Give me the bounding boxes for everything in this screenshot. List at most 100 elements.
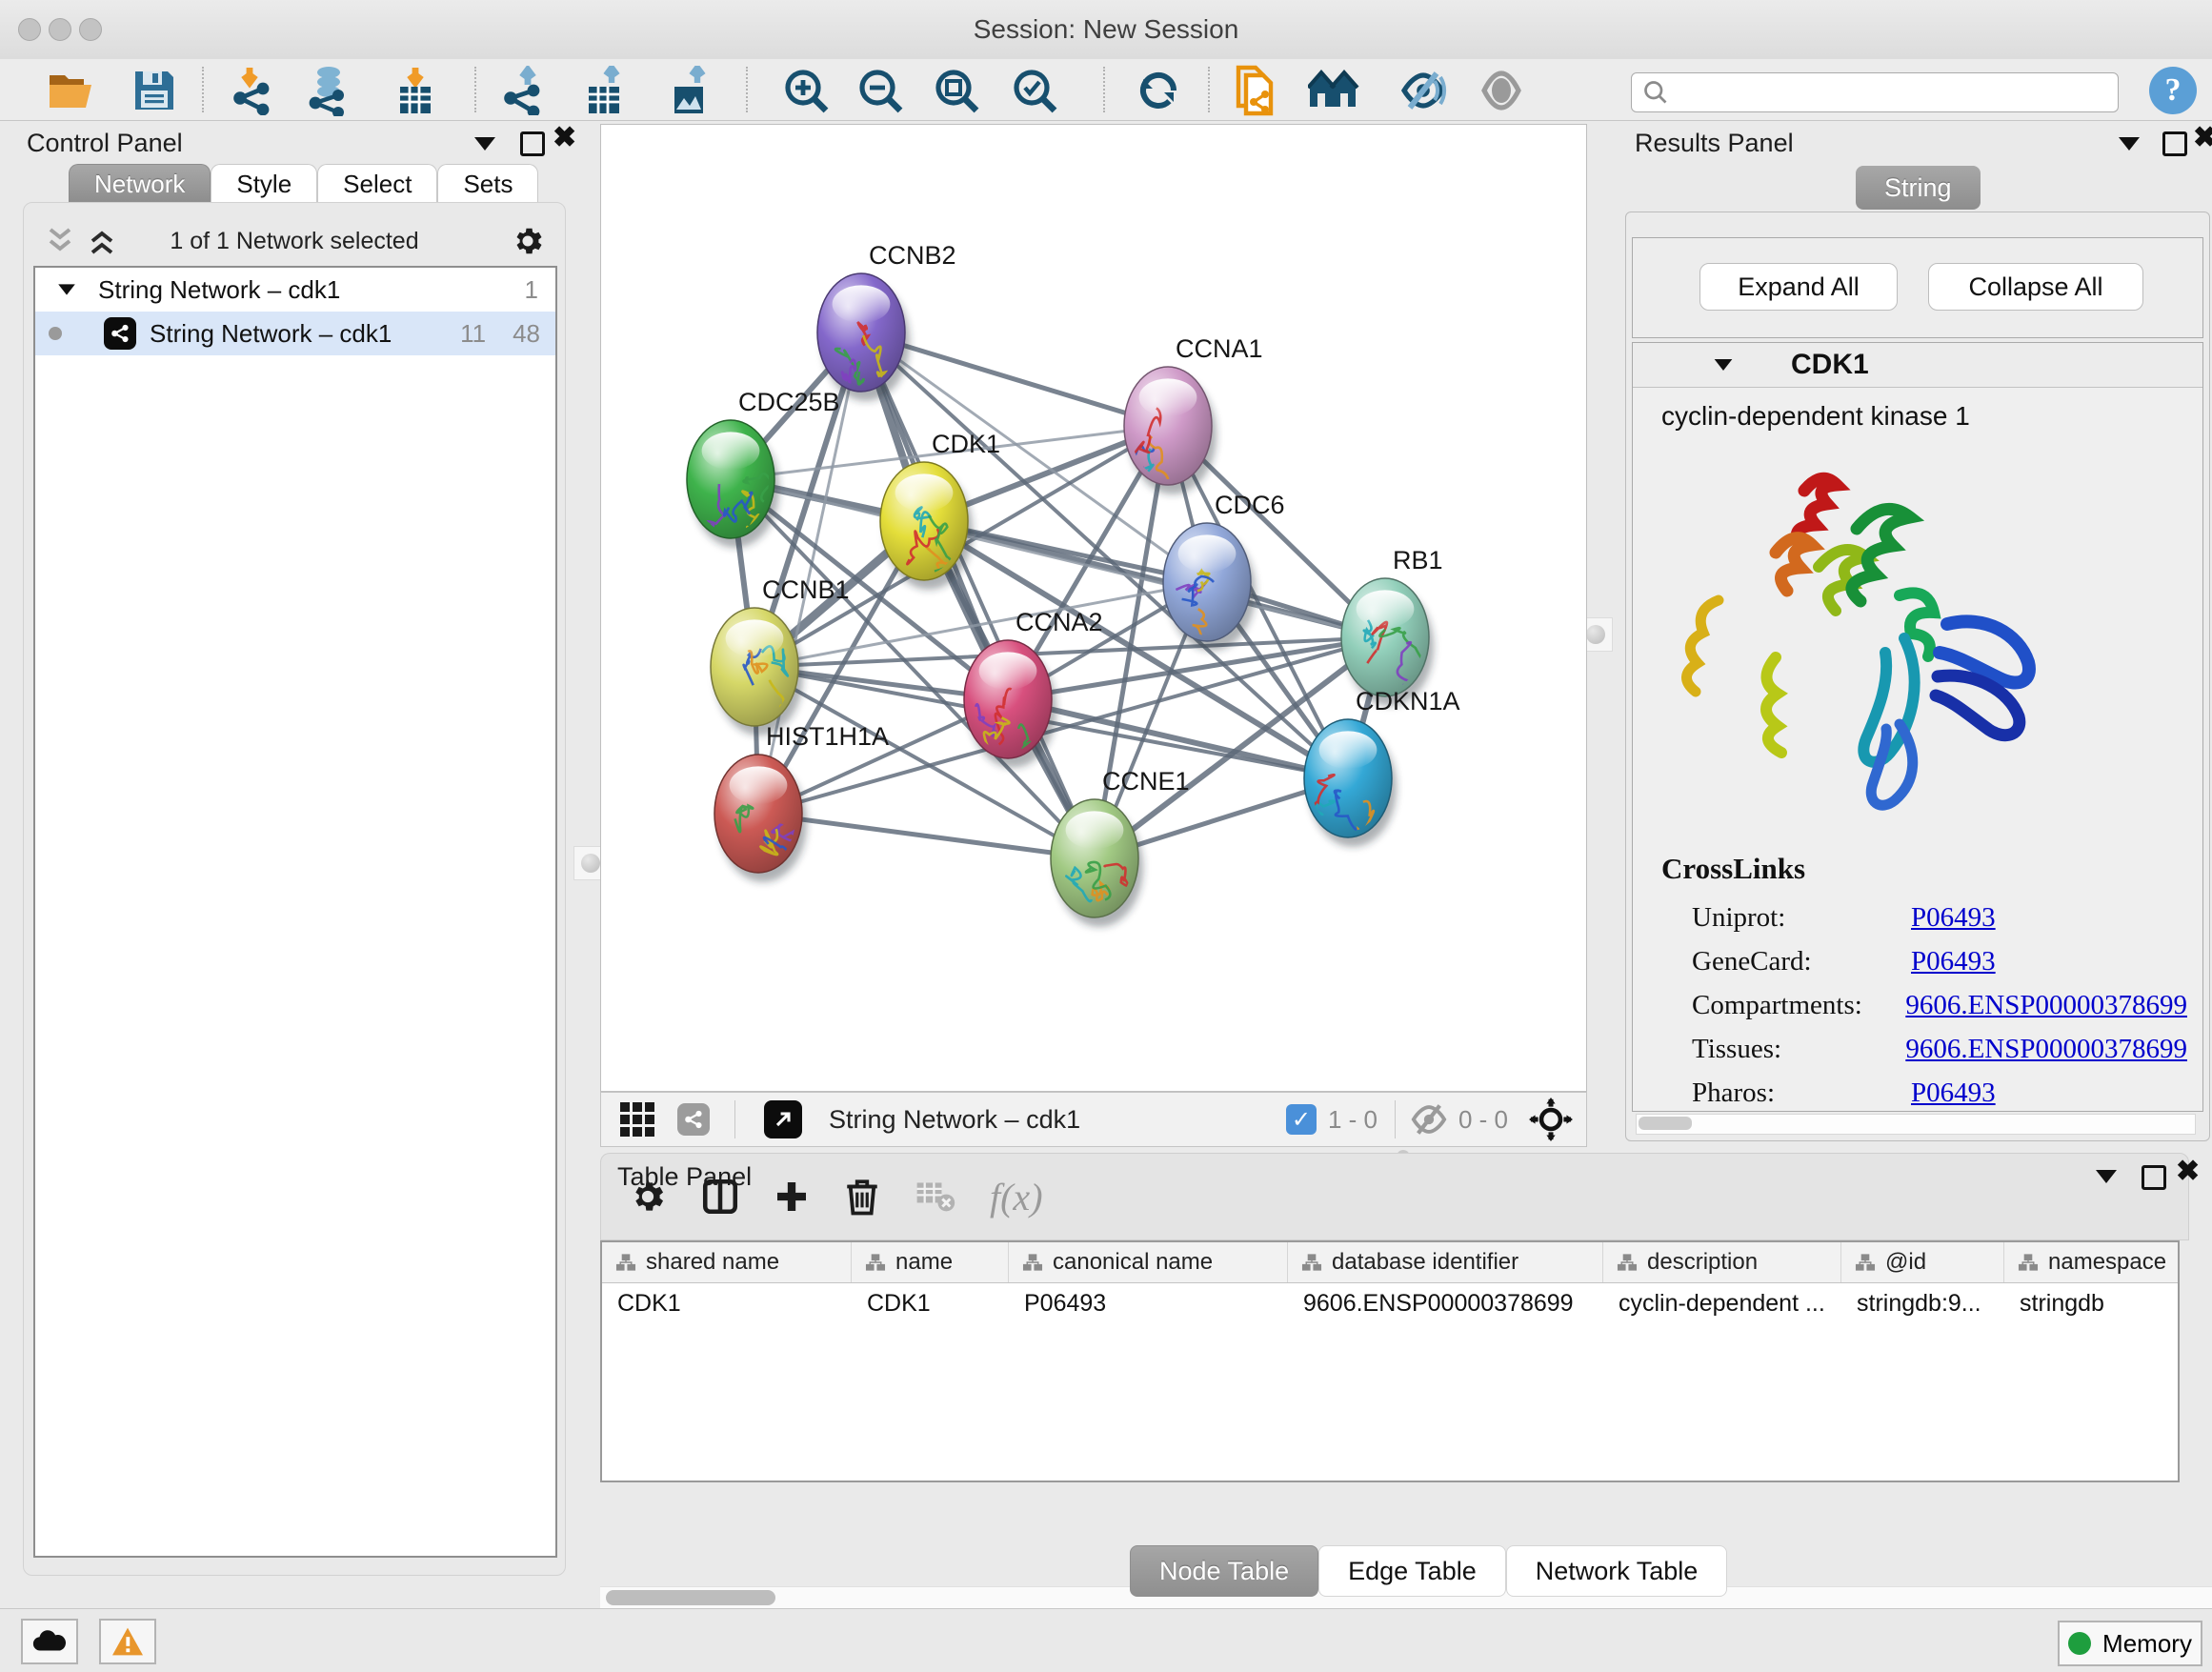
panel-close-icon[interactable]: ✖: [2193, 129, 2212, 148]
control-panel-title: Control Panel: [27, 129, 183, 158]
panel-menu-icon[interactable]: [2119, 137, 2140, 151]
panel-float-icon[interactable]: [520, 131, 545, 156]
column-header-name[interactable]: name: [852, 1242, 1009, 1282]
column-header-namespace[interactable]: namespace: [2004, 1242, 2180, 1282]
node-label-CDK1: CDK1: [932, 430, 1000, 458]
panel-close-icon[interactable]: ✖: [2176, 1162, 2200, 1181]
fit-crosshair-icon[interactable]: [1529, 1098, 1573, 1141]
delete-column-icon[interactable]: [843, 1177, 881, 1217]
panel-menu-icon[interactable]: [474, 137, 495, 151]
open-session-icon[interactable]: [46, 64, 99, 117]
crosslink-value-link[interactable]: 9606.ENSP00000378699: [1905, 1034, 2187, 1065]
tree-expand-icon[interactable]: [58, 284, 75, 294]
network-share-icon[interactable]: [677, 1103, 710, 1136]
help-icon[interactable]: ?: [2149, 67, 2197, 114]
network-row-selected[interactable]: String Network – cdk1 11 48: [35, 312, 555, 355]
title-bar: Session: New Session: [0, 0, 2212, 60]
gene-section-header[interactable]: CDK1: [1633, 343, 2202, 388]
column-header-database-identifier[interactable]: database identifier: [1288, 1242, 1603, 1282]
zoom-fit-icon[interactable]: [930, 64, 983, 117]
panel-close-icon[interactable]: ✖: [553, 129, 576, 148]
crosslink-value-link[interactable]: P06493: [1911, 902, 1996, 934]
search-input[interactable]: [1670, 78, 2093, 107]
panel-menu-icon[interactable]: [2096, 1170, 2117, 1183]
warning-status-button[interactable]: [99, 1619, 156, 1664]
node-CCNA1[interactable]: CCNA1: [1124, 334, 1263, 495]
zoom-in-icon[interactable]: [779, 64, 833, 117]
results-scrollbar[interactable]: [1636, 1114, 2196, 1135]
zoom-out-icon[interactable]: [854, 64, 907, 117]
memory-button[interactable]: Memory: [2058, 1621, 2202, 1666]
refresh-icon[interactable]: [1132, 64, 1185, 117]
node-CDKN1A[interactable]: CDKN1A: [1304, 687, 1460, 847]
import-network-file-icon[interactable]: [227, 64, 280, 117]
column-header-shared-name[interactable]: shared name: [602, 1242, 852, 1282]
node-CCNB1[interactable]: CCNB1: [711, 575, 850, 735]
create-column-icon[interactable]: [773, 1178, 811, 1216]
node-table[interactable]: shared namenamecanonical namedatabase id…: [600, 1240, 2180, 1482]
save-session-icon[interactable]: [128, 64, 181, 117]
selected-checkbox-icon[interactable]: ✓: [1286, 1104, 1317, 1135]
string-houses-icon[interactable]: [1307, 64, 1360, 117]
node-CCNA2[interactable]: CCNA2: [964, 608, 1103, 772]
cloud-icon: [31, 1628, 68, 1655]
tab-network-table[interactable]: Network Table: [1506, 1545, 1728, 1597]
section-collapse-icon[interactable]: [1715, 359, 1733, 371]
panel-float-icon[interactable]: [2162, 131, 2187, 156]
node-label-CCNB2: CCNB2: [869, 241, 956, 270]
table-header-row: shared namenamecanonical namedatabase id…: [602, 1242, 2178, 1283]
crosslink-value-link[interactable]: 9606.ENSP00000378699: [1905, 990, 2187, 1021]
export-table-icon[interactable]: [579, 64, 633, 117]
network-view-canvas[interactable]: CCNB2CCNA1CDC25BCDK1CDC6RB1CCNB1CCNA2CDK…: [600, 124, 1587, 1092]
node-CCNE1[interactable]: CCNE1: [1051, 767, 1190, 927]
column-header-description[interactable]: description: [1603, 1242, 1841, 1282]
options-gear-icon[interactable]: [510, 223, 546, 259]
column-header-canonical-name[interactable]: canonical name: [1009, 1242, 1288, 1282]
network-collection-row[interactable]: String Network – cdk1 1: [35, 268, 555, 312]
crosslink-value-link[interactable]: P06493: [1911, 1078, 1996, 1109]
hidden-count: 0 - 0: [1458, 1105, 1508, 1135]
crosslink-value-link[interactable]: P06493: [1911, 946, 1996, 977]
memory-status-dot: [2068, 1632, 2091, 1655]
network-graph[interactable]: CCNB2CCNA1CDC25BCDK1CDC6RB1CCNB1CCNA2CDK…: [601, 125, 1586, 1091]
node-label-CDC6: CDC6: [1215, 491, 1285, 519]
footer-separator: [1395, 1100, 1396, 1138]
edge-CCNB2-CCNE1[interactable]: [861, 332, 1095, 858]
tab-network[interactable]: Network: [69, 164, 211, 203]
edge-HIST1H1A-CCNE1[interactable]: [758, 814, 1095, 858]
tab-select[interactable]: Select: [317, 164, 437, 203]
open-in-window-icon[interactable]: [764, 1100, 802, 1138]
tab-sets[interactable]: Sets: [437, 164, 538, 203]
tab-string[interactable]: String: [1856, 166, 1981, 210]
cloud-status-button[interactable]: [21, 1619, 78, 1664]
tab-style[interactable]: Style: [211, 164, 317, 203]
table-cell: CDK1: [852, 1283, 1009, 1323]
birds-eye-grid-icon[interactable]: [618, 1100, 656, 1138]
export-network-icon[interactable]: [497, 64, 551, 117]
zoom-selected-icon[interactable]: [1008, 64, 1061, 117]
crosslink-label: Pharos:: [1692, 1078, 1911, 1109]
column-header--id[interactable]: @id: [1841, 1242, 2004, 1282]
node-HIST1H1A[interactable]: HIST1H1A: [714, 722, 889, 893]
tab-edge-table[interactable]: Edge Table: [1318, 1545, 1506, 1597]
node-CCNB2[interactable]: CCNB2: [817, 241, 956, 401]
expand-all-button[interactable]: Expand All: [1699, 263, 1898, 311]
graphics-show-eye-icon[interactable]: [1475, 64, 1528, 117]
collapse-all-button[interactable]: Collapse All: [1928, 263, 2143, 311]
hidden-eye-icon[interactable]: [1409, 1100, 1449, 1138]
node-RB1[interactable]: RB1: [1341, 546, 1443, 706]
tab-node-table[interactable]: Node Table: [1130, 1545, 1318, 1597]
node-CDC6[interactable]: CDC6: [1163, 491, 1285, 658]
delete-table-icon[interactable]: [915, 1179, 955, 1214]
function-builder-icon[interactable]: f(x): [990, 1175, 1043, 1219]
gene-name: CDK1: [1791, 349, 1869, 381]
table-row[interactable]: CDK1CDK1P064939606.ENSP00000378699cyclin…: [602, 1283, 2178, 1323]
share-network-document-icon[interactable]: [1229, 64, 1282, 117]
import-table-file-icon[interactable]: [389, 64, 442, 117]
import-network-database-icon[interactable]: [301, 64, 354, 117]
export-image-icon[interactable]: [665, 64, 718, 117]
search-box[interactable]: [1631, 72, 2119, 112]
graphics-hide-eye-icon[interactable]: [1397, 64, 1450, 117]
panel-float-icon[interactable]: [2142, 1165, 2166, 1190]
results-buttons-bar: Expand All Collapse All: [1632, 237, 2203, 338]
